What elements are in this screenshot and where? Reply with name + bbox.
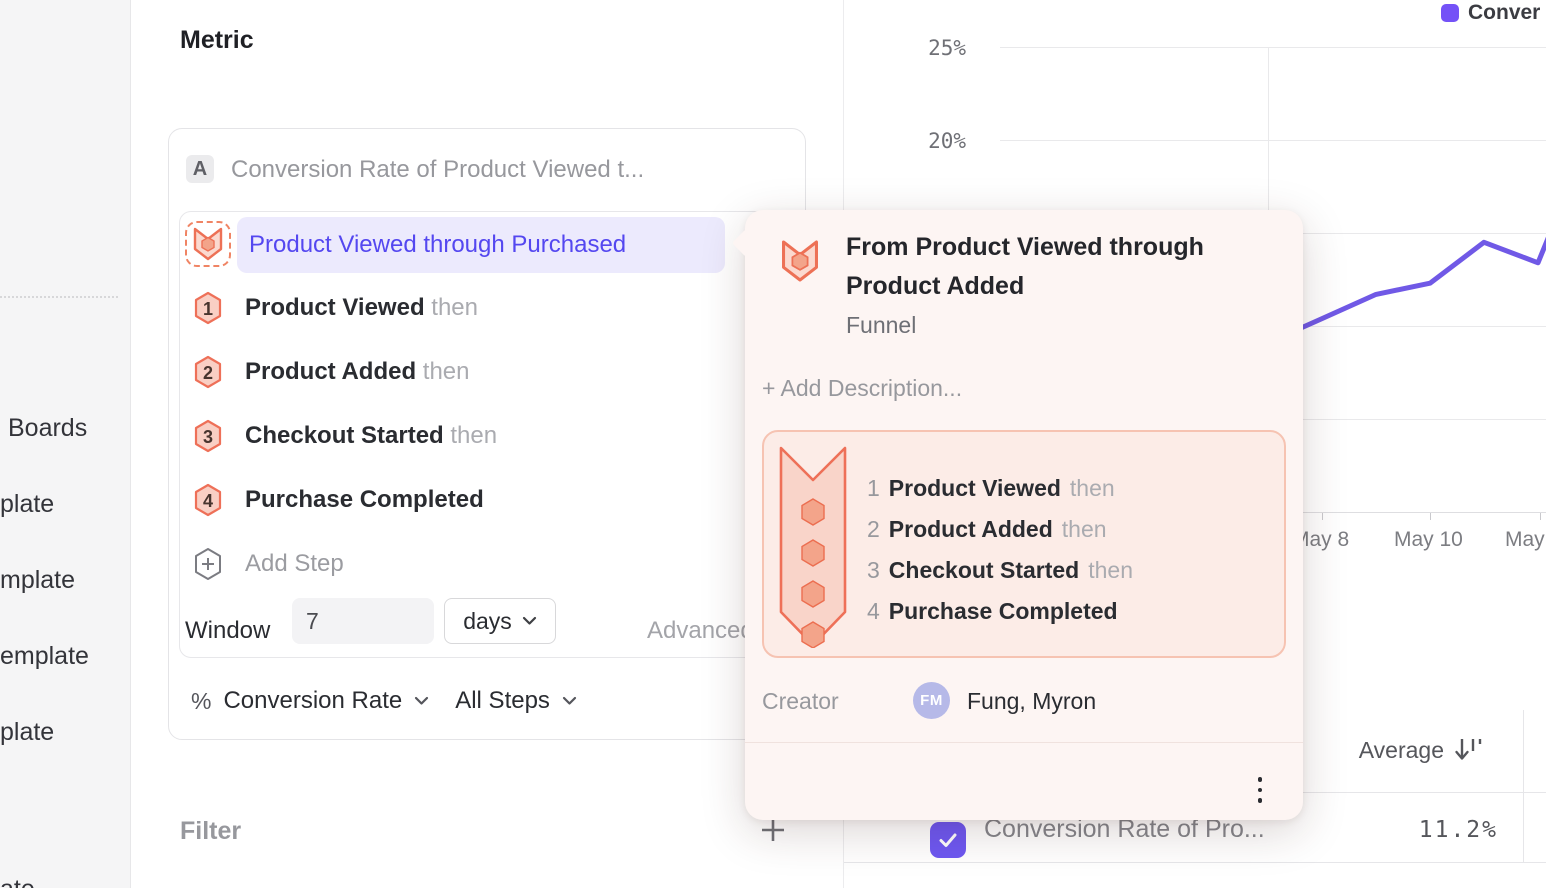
- measure-selector-row: % Conversion Rate All Steps: [191, 681, 577, 721]
- sidebar-item-template-1[interactable]: plate: [0, 487, 54, 521]
- filter-section-heading: Filter: [180, 817, 241, 846]
- sidebar-divider: [0, 296, 118, 298]
- funnel-step-row-1[interactable]: 1 Product Viewed then: [193, 288, 478, 328]
- sidebar-item-boards[interactable]: Boards: [8, 411, 87, 445]
- metric-card: A Conversion Rate of Product Viewed t...…: [168, 128, 806, 740]
- step-3-then: then: [450, 422, 497, 449]
- table-row-divider: [844, 862, 1546, 863]
- popover-footer-divider: [745, 742, 1303, 743]
- creator-label: Creator: [762, 688, 839, 715]
- step-3-hexagon-icon: 3: [193, 419, 223, 453]
- sort-descending-icon[interactable]: [1454, 736, 1484, 764]
- step-3-name: Checkout Started: [245, 422, 444, 449]
- steps-scope-dropdown[interactable]: All Steps: [455, 687, 550, 715]
- add-description-button[interactable]: + Add Description...: [762, 375, 962, 402]
- window-label: Window: [185, 617, 270, 645]
- funnel-ribbon-icon: [779, 446, 847, 648]
- chevron-down-icon[interactable]: [414, 696, 429, 706]
- sidebar: Boards plate mplate emplate plate ate: [0, 0, 131, 888]
- window-value-input[interactable]: [292, 598, 434, 644]
- popover-title: From Product Viewed through Product Adde…: [846, 228, 1256, 306]
- svg-text:2: 2: [203, 363, 213, 383]
- table-column-divider: [1523, 710, 1524, 862]
- funnel-metric-icon-button[interactable]: [185, 221, 231, 267]
- step-4-hexagon-icon: 4: [193, 483, 223, 517]
- funnel-step-row-2[interactable]: 2 Product Added then: [193, 352, 470, 392]
- sidebar-item-template-4[interactable]: plate: [0, 715, 54, 749]
- selected-funnel-name[interactable]: Product Viewed through Purchased: [237, 217, 725, 273]
- series-visibility-checkbox[interactable]: [930, 822, 966, 858]
- add-step-label: Add Step: [245, 550, 344, 578]
- popover-step-4: 4 Purchase Completed: [867, 591, 1133, 632]
- creator-avatar: FM: [913, 682, 950, 719]
- add-step-hexagon-plus-icon: [193, 547, 223, 581]
- advanced-button[interactable]: Advanced: [647, 617, 754, 645]
- metric-config-panel: Metric A Conversion Rate of Product View…: [131, 0, 844, 888]
- add-step-button[interactable]: Add Step: [193, 544, 344, 584]
- popover-step-3: 3 Checkout Started then: [867, 550, 1133, 591]
- percent-icon: %: [191, 688, 211, 715]
- funnel-details-popover: From Product Viewed through Product Adde…: [745, 210, 1303, 820]
- sidebar-item-template-5[interactable]: ate: [0, 872, 35, 888]
- step-1-hexagon-icon: 1: [193, 291, 223, 325]
- conversion-line: [1268, 131, 1546, 343]
- checkmark-icon: [936, 828, 960, 852]
- metric-section-heading: Metric: [180, 26, 254, 55]
- svg-text:1: 1: [203, 299, 213, 319]
- popover-step-1: 1 Product Viewed then: [867, 468, 1133, 509]
- chevron-down-icon: [522, 616, 537, 626]
- popover-steps-list: 1 Product Viewed then 2 Product Added th…: [867, 468, 1133, 632]
- step-2-name: Product Added: [245, 358, 416, 385]
- step-2-hexagon-icon: 2: [193, 355, 223, 389]
- step-4-name: Purchase Completed: [245, 486, 484, 513]
- metric-card-title[interactable]: Conversion Rate of Product Viewed t...: [231, 156, 644, 184]
- creator-name: Fung, Myron: [967, 688, 1096, 715]
- funnel-step-row-4[interactable]: 4 Purchase Completed: [193, 480, 484, 520]
- window-unit-select[interactable]: days: [444, 598, 556, 644]
- sidebar-item-template-3[interactable]: emplate: [0, 639, 89, 673]
- funnel-icon: [781, 239, 819, 283]
- more-options-kebab-menu[interactable]: [1249, 768, 1271, 812]
- svg-text:3: 3: [203, 427, 213, 447]
- table-row-average-value: 11.2%: [1298, 817, 1498, 843]
- svg-text:4: 4: [203, 491, 213, 511]
- funnel-steps-summary-box: 1 Product Viewed then 2 Product Added th…: [762, 430, 1286, 658]
- funnel-definition-card: Product Viewed through Purchased 1 Produ…: [179, 211, 797, 658]
- popover-metric-type: Funnel: [846, 312, 916, 339]
- step-1-name: Product Viewed: [245, 294, 425, 321]
- measure-dropdown[interactable]: Conversion Rate: [223, 687, 402, 715]
- window-unit-value: days: [463, 608, 512, 635]
- step-1-then: then: [431, 294, 478, 321]
- chevron-down-icon[interactable]: [562, 696, 577, 706]
- step-2-then: then: [423, 358, 470, 385]
- funnel-step-row-3[interactable]: 3 Checkout Started then: [193, 416, 497, 456]
- popover-step-2: 2 Product Added then: [867, 509, 1133, 550]
- metric-series-badge: A: [186, 155, 214, 183]
- funnel-icon: [193, 227, 223, 261]
- sidebar-item-template-2[interactable]: mplate: [0, 563, 75, 597]
